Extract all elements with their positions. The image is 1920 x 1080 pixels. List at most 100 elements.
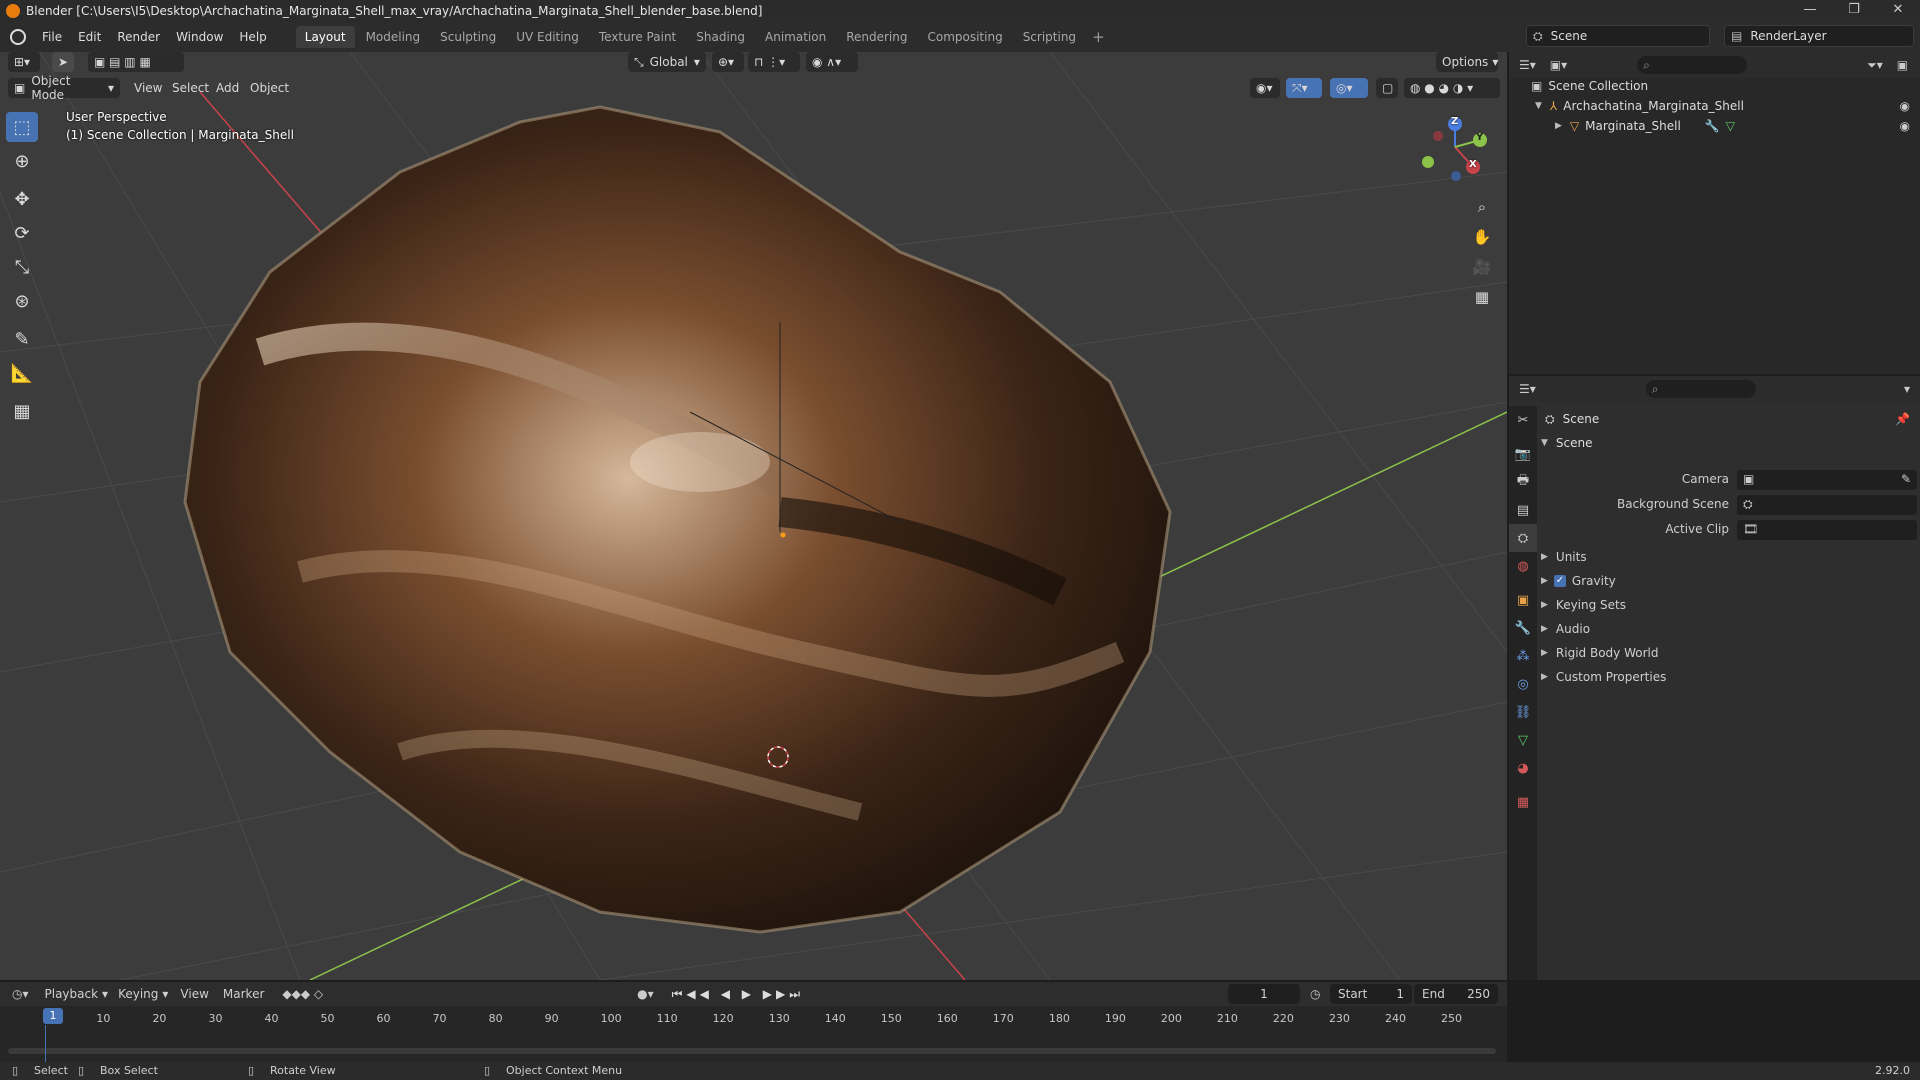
scale-tool[interactable]: ⤡	[6, 252, 38, 282]
tab-scripting[interactable]: Scripting	[1014, 26, 1085, 48]
custom-properties-subpanel[interactable]: ▶ Custom Properties	[1541, 666, 1666, 688]
menu-render[interactable]: Render	[109, 22, 168, 52]
move-tool[interactable]: ✥	[6, 184, 38, 214]
gravity-checkbox[interactable]: ✓	[1553, 575, 1566, 587]
select-mode-button[interactable]: ➤	[52, 52, 74, 72]
visibility-eye-icon[interactable]: ◉	[1900, 119, 1910, 133]
cursor-tool[interactable]: ⊕	[6, 146, 38, 176]
viewport-menu-select[interactable]: Select	[166, 78, 215, 98]
tab-material[interactable]: ◕	[1509, 754, 1537, 782]
gizmo-x-label[interactable]: X	[1469, 159, 1477, 170]
zoom-button[interactable]: ⌕	[1469, 194, 1495, 220]
tab-data[interactable]: ▽	[1509, 726, 1537, 754]
close-button[interactable]: ✕	[1876, 0, 1920, 22]
visibility-button[interactable]: ◉▾	[1250, 78, 1280, 98]
rigid-body-world-subpanel[interactable]: ▶ Rigid Body World	[1541, 642, 1658, 664]
gizmo-y-label[interactable]: Y	[1476, 132, 1483, 143]
annotate-tool[interactable]: ✎	[6, 324, 38, 354]
gizmo-z-label[interactable]: Z	[1451, 116, 1458, 127]
rotate-tool[interactable]: ⟳	[6, 218, 38, 248]
background-scene-field[interactable]: ⛭	[1737, 495, 1917, 515]
overlay-toggle-button[interactable]: ◎▾	[1330, 78, 1368, 98]
maximize-button[interactable]: ❐	[1832, 0, 1876, 22]
scene-selector[interactable]: ⛭ Scene	[1526, 25, 1710, 47]
tab-uv-editing[interactable]: UV Editing	[507, 26, 588, 48]
gravity-subpanel[interactable]: ▶ ✓ Gravity	[1541, 570, 1616, 592]
properties-search-input[interactable]: ⌕	[1645, 380, 1756, 398]
transform-orientation-dropdown[interactable]: ⤡ Global ▾	[628, 52, 706, 72]
tab-shading[interactable]: Shading	[687, 26, 754, 48]
tab-physics[interactable]: ◎	[1509, 670, 1537, 698]
perspective-toggle-button[interactable]: ▦	[1469, 284, 1495, 310]
menu-edit[interactable]: Edit	[70, 22, 109, 52]
minimize-button[interactable]: —	[1788, 0, 1832, 22]
tab-tool[interactable]: ✂	[1509, 406, 1537, 434]
viewport-menu-object[interactable]: Object	[244, 78, 295, 98]
snap-button[interactable]: ⊓ ⋮▾	[748, 52, 800, 72]
expand-arrow-icon[interactable]: ▶	[1555, 121, 1562, 131]
outliner-search-input[interactable]: ⌕	[1637, 56, 1748, 74]
transform-tool[interactable]: ⊛	[6, 286, 38, 316]
menu-file[interactable]: File	[34, 22, 70, 52]
select-box-tool[interactable]: ⬚	[6, 112, 38, 142]
tab-constraints[interactable]: ⛓	[1509, 698, 1537, 726]
object-mode-dropdown[interactable]: ▣ Object Mode ▾	[8, 74, 120, 102]
active-clip-field[interactable]: 🎞	[1737, 520, 1917, 540]
outliner-editor-icon[interactable]: ☰▾	[1519, 58, 1536, 72]
gizmo-toggle-button[interactable]: ⤧▾	[1286, 78, 1322, 98]
camera-field[interactable]: ▣ ✎	[1737, 470, 1917, 490]
add-cube-tool[interactable]: ▦	[6, 396, 38, 426]
3d-viewport[interactable]: Z X Y ⊞▾ ➤ ▣ ▤ ▥ ▦ ⤡ Global ▾ ⊕▾ ⊓ ⋮▾ ◉ …	[0, 52, 1507, 980]
playhead[interactable]: 1	[43, 1008, 63, 1024]
tab-scene[interactable]: ⛭	[1509, 524, 1537, 552]
new-collection-icon[interactable]: ▣	[1897, 58, 1908, 72]
shading-mode-buttons[interactable]: ◍ ● ◕ ◑ ▾	[1404, 78, 1500, 98]
editor-type-button[interactable]: ⊞▾	[8, 52, 40, 72]
properties-editor-icon[interactable]: ☰▾	[1519, 382, 1536, 396]
outliner-row-mesh[interactable]: ▶ ▽ Marginata_Shell 🔧 ▽ ◉	[1509, 116, 1920, 136]
render-layer-selector[interactable]: ▤ RenderLayer	[1724, 25, 1914, 47]
keying-sets-subpanel[interactable]: ▶ Keying Sets	[1541, 594, 1626, 616]
expand-arrow-icon[interactable]: ▼	[1535, 101, 1542, 111]
pan-button[interactable]: ✋	[1469, 224, 1495, 250]
tab-object[interactable]: ▣	[1509, 586, 1537, 614]
tab-output[interactable]: 🖶	[1509, 468, 1537, 496]
tab-compositing[interactable]: Compositing	[918, 26, 1011, 48]
audio-subpanel[interactable]: ▶ Audio	[1541, 618, 1590, 640]
menu-help[interactable]: Help	[231, 22, 274, 52]
selection-modes[interactable]: ▣ ▤ ▥ ▦	[88, 52, 184, 72]
xray-toggle-button[interactable]: ▢	[1376, 78, 1398, 98]
tab-modeling[interactable]: Modeling	[357, 26, 430, 48]
add-workspace-button[interactable]: +	[1092, 28, 1105, 46]
proportional-edit-button[interactable]: ◉ ∧▾	[806, 52, 858, 72]
tab-rendering[interactable]: Rendering	[837, 26, 916, 48]
display-mode-icon[interactable]: ▣▾	[1550, 58, 1567, 72]
camera-view-button[interactable]: 🎥	[1469, 254, 1495, 280]
scene-panel-header[interactable]: ▼ Scene	[1541, 432, 1593, 454]
menu-window[interactable]: Window	[168, 22, 231, 52]
filter-icon[interactable]: ⏷▾	[1867, 58, 1883, 73]
eyedropper-icon[interactable]: ✎	[1901, 472, 1911, 486]
tab-render[interactable]: 📷	[1509, 440, 1537, 468]
outliner-row-collection[interactable]: ▼ ⅄ Archachatina_Marginata_Shell ◉	[1509, 96, 1920, 116]
measure-tool[interactable]: 📐	[6, 358, 38, 388]
chevron-down-icon[interactable]: ▾	[1904, 382, 1910, 396]
tab-world[interactable]: ◍	[1509, 552, 1537, 580]
tab-modifiers[interactable]: 🔧	[1509, 614, 1537, 642]
visibility-eye-icon[interactable]: ◉	[1900, 99, 1910, 113]
blender-menu-icon[interactable]	[10, 29, 26, 45]
tab-layout[interactable]: Layout	[295, 26, 355, 48]
outliner-root-row[interactable]: ▣ Scene Collection	[1509, 76, 1920, 96]
tab-texture[interactable]: ▦	[1509, 788, 1537, 816]
options-dropdown[interactable]: Options ▾	[1436, 52, 1498, 72]
tab-animation[interactable]: Animation	[756, 26, 835, 48]
tab-view-layer[interactable]: ▤	[1509, 496, 1537, 524]
timeline-ruler[interactable]: 10 20 30 40 50 60 70 80 90 100 110 120 130 140 150 160 1…	[0, 982, 1507, 1062]
units-subpanel[interactable]: ▶ Units	[1541, 546, 1587, 568]
tab-sculpting[interactable]: Sculpting	[431, 26, 505, 48]
tab-particles[interactable]: ⁂	[1509, 642, 1537, 670]
viewport-menu-add[interactable]: Add	[210, 78, 245, 98]
mesh-data-icon[interactable]: ▽	[1726, 119, 1735, 133]
viewport-menu-view[interactable]: View	[128, 78, 168, 98]
pivot-point-button[interactable]: ⊕▾	[712, 52, 744, 72]
